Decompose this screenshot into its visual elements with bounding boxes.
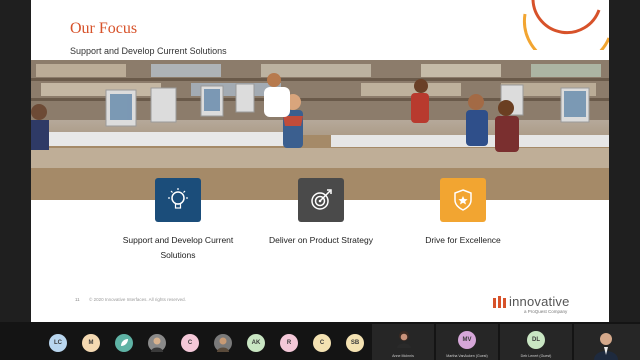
participant-avatar: DL	[527, 331, 545, 349]
participant-name: Martha VanAuken (Guest)	[446, 354, 488, 358]
target-icon	[298, 178, 344, 222]
slide-subtitle: Support and Develop Current Solutions	[70, 46, 227, 56]
participant-photo[interactable]	[214, 334, 232, 352]
participant-photo[interactable]	[148, 334, 166, 352]
participant-video-tile[interactable]: MV Martha VanAuken (Guest)	[436, 324, 498, 360]
focus-label-excellence: Drive for Excellence	[425, 235, 501, 245]
self-video-tile[interactable]	[574, 324, 640, 360]
participant-video-tile[interactable]: DL Deb Lenert (Guest)	[500, 324, 572, 360]
participant-name: Deb Lenert (Guest)	[520, 354, 552, 358]
focus-label-strategy: Deliver on Product Strategy	[269, 235, 373, 245]
page-number: 11	[75, 297, 80, 302]
person-photo-icon	[151, 337, 163, 352]
participant-avatar[interactable]: C	[181, 334, 199, 352]
brand-tagline: a ProQuest Company	[524, 309, 568, 314]
participant-avatar[interactable]	[115, 334, 133, 352]
participant-avatar[interactable]: LC	[49, 334, 67, 352]
presentation-slide: Our Focus Support and Develop Current So…	[31, 0, 609, 322]
participant-video-tile[interactable]: Anne McInnis	[372, 324, 434, 360]
shield-star-icon	[440, 178, 486, 222]
innovative-logo-mark-icon	[493, 296, 506, 308]
person-video-icon	[397, 331, 411, 348]
focus-label-support: Support and Develop Current Solutions	[122, 235, 234, 260]
participant-avatar: MV	[458, 331, 476, 349]
participant-name: Anne McInnis	[392, 354, 414, 358]
person-video-icon	[594, 333, 618, 360]
participant-avatar[interactable]: R	[280, 334, 298, 352]
leaf-icon	[121, 339, 128, 346]
decorative-arc-icon	[522, 0, 609, 50]
participant-avatar[interactable]: SB	[346, 334, 364, 352]
participant-avatar[interactable]: C	[313, 334, 331, 352]
copyright-text: © 2020 Innovative Interfaces. All rights…	[89, 297, 186, 302]
participant-avatar[interactable]: M	[82, 334, 100, 352]
lightbulb-icon	[155, 178, 201, 222]
slide-title: Our Focus	[70, 20, 138, 37]
person-photo-icon	[217, 337, 229, 352]
innovative-logo: innovative a ProQuest Company	[493, 294, 603, 318]
participant-avatar[interactable]: AK	[247, 334, 265, 352]
brand-name: innovative	[509, 294, 570, 309]
